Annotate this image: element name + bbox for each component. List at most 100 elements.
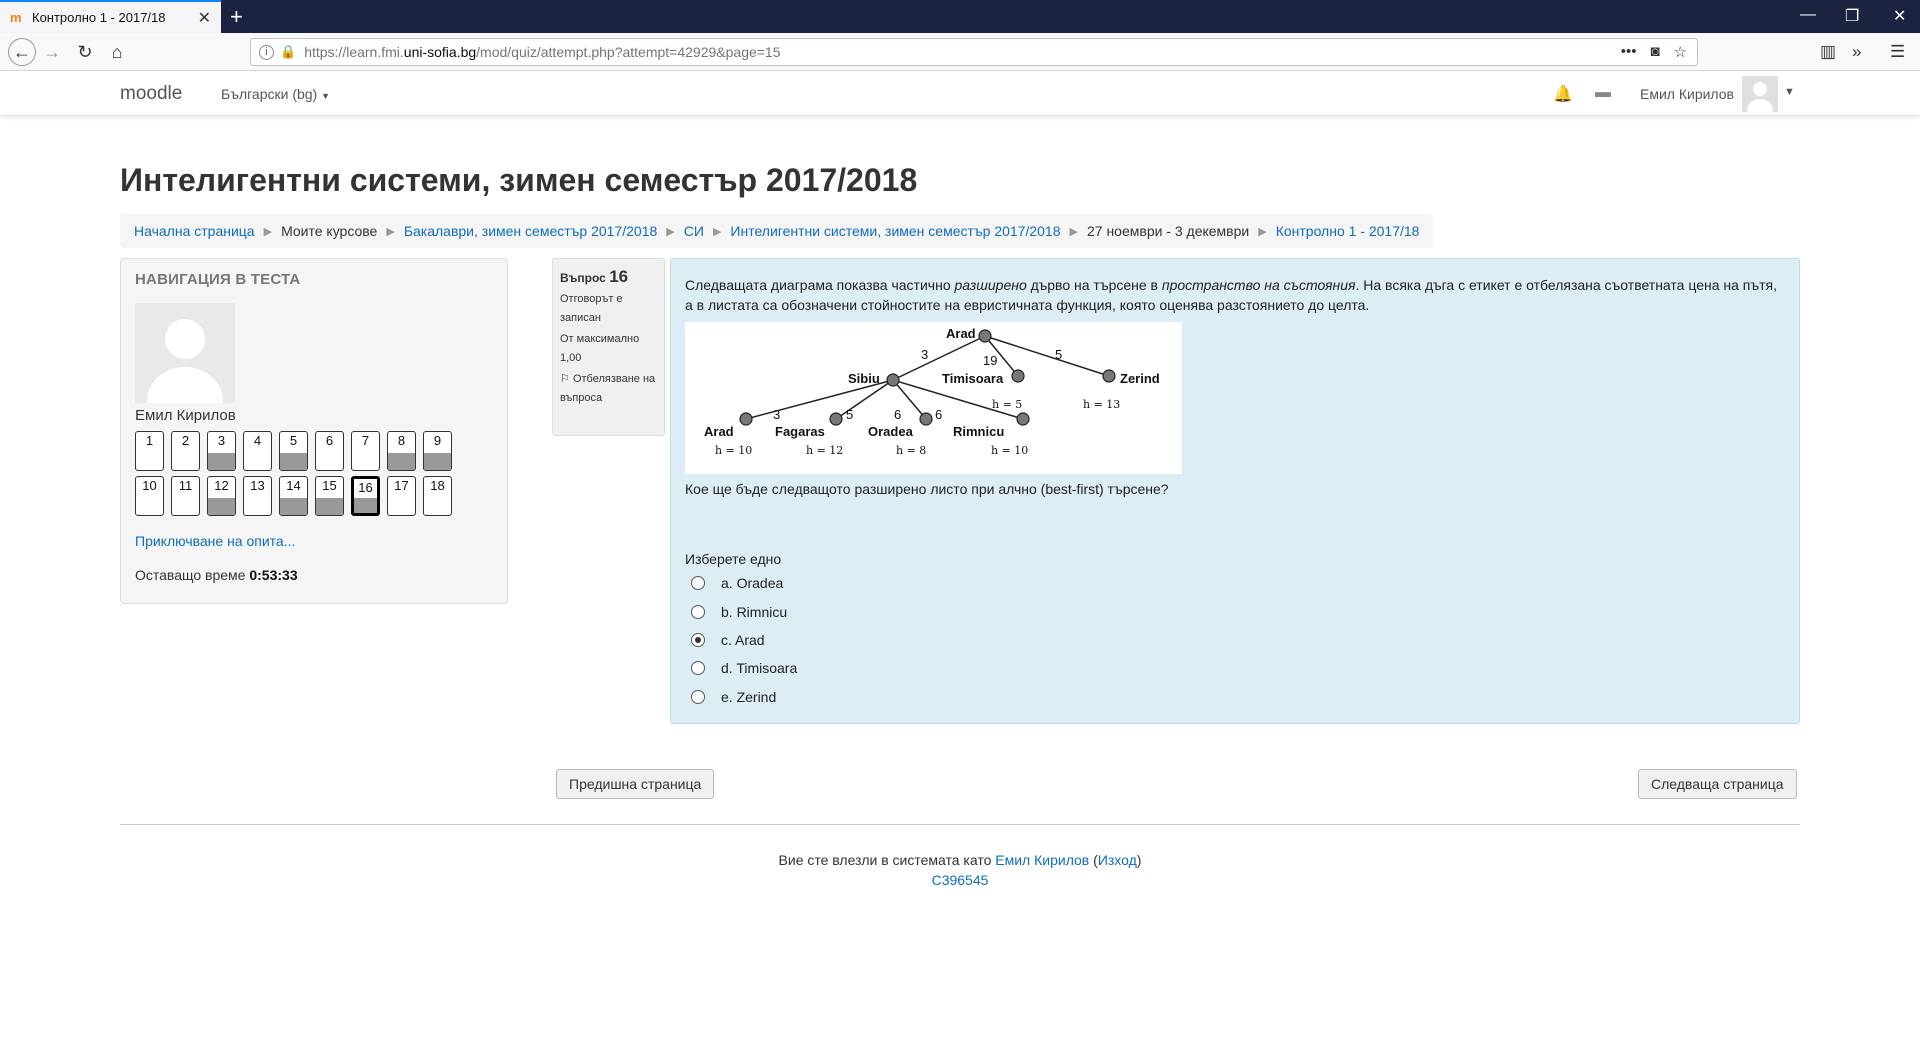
question-nav-button[interactable]: 12 [207, 476, 236, 516]
node-zerind: Zerind [1120, 371, 1160, 386]
question-nav-button[interactable]: 3 [207, 431, 236, 471]
node-oradea: Oradea [868, 424, 914, 439]
question-nav-button[interactable]: 9 [423, 431, 452, 471]
breadcrumb-home[interactable]: Начална страница [134, 223, 255, 239]
question-nav-button[interactable]: 13 [243, 476, 272, 516]
avatar[interactable] [1742, 76, 1778, 112]
finish-attempt-link[interactable]: Приключване на опита... [135, 533, 295, 549]
page-title: Интелигентни системи, зимен семестър 201… [120, 162, 918, 198]
question-nav-button[interactable]: 15 [315, 476, 344, 516]
search-tree-diagram: Arad Sibiu Timisoara Zerind Arad Fagaras… [685, 322, 1182, 474]
breadcrumb-course[interactable]: Интелигентни системи, зимен семестър 201… [730, 223, 1060, 239]
sidebar-toggle-icon[interactable]: ▥ [1820, 42, 1836, 62]
breadcrumb: Начална страница ▶ Моите курсове ▶ Бакал… [120, 214, 1434, 248]
edge-label: 3 [773, 407, 780, 422]
restore-icon[interactable]: ❐ [1845, 6, 1859, 26]
flag-icon: ⚐ [560, 373, 570, 385]
question-nav-button[interactable]: 1 [135, 431, 164, 471]
bookmark-star-icon[interactable]: ☆ [1674, 43, 1687, 61]
question-info: Въпрос 16 Отговорът е записан От максима… [552, 258, 665, 436]
breadcrumb-separator-icon: ▶ [712, 225, 722, 238]
home-icon[interactable]: ⌂ [105, 40, 129, 64]
radio-button[interactable] [691, 690, 705, 704]
footer-user-link[interactable]: Емил Кирилов [995, 852, 1089, 868]
previous-page-button[interactable]: Предишна страница [556, 769, 715, 799]
forward-icon[interactable]: → [40, 40, 64, 64]
question-state: Отговорът е записан [560, 293, 623, 324]
breadcrumb-separator-icon: ▶ [263, 225, 273, 238]
quiz-navigation-heading: Навигация в теста [135, 271, 301, 288]
info-icon[interactable]: i [259, 44, 274, 60]
edge-label: 19 [983, 353, 997, 368]
back-icon[interactable]: ← [8, 38, 36, 66]
breadcrumb-quiz[interactable]: Контролно 1 - 2017/18 [1276, 223, 1420, 239]
answer-option[interactable]: a. Oradea [691, 575, 783, 591]
breadcrumb-section: 27 ноември - 3 декември [1086, 223, 1250, 239]
browser-tab[interactable]: m Контролно 1 - 2017/18 ✕ [0, 0, 221, 33]
question-nav-button[interactable]: 5 [279, 431, 308, 471]
footer-code-link[interactable]: C396545 [932, 872, 989, 888]
time-left-label: Оставащо време [135, 567, 246, 583]
reload-icon[interactable]: ↻ [73, 40, 97, 64]
tab-title: Контролно 1 - 2017/18 [32, 10, 166, 25]
breadcrumb-category[interactable]: Бакалаври, зимен семестър 2017/2018 [404, 223, 657, 239]
question-nav-button[interactable]: 18 [423, 476, 452, 516]
node-timisoara: Timisoara [942, 371, 1004, 386]
lock-icon: 🔒 [280, 44, 297, 59]
question-nav-button-current[interactable]: 16 [351, 476, 380, 516]
new-tab-icon[interactable]: + [230, 4, 243, 30]
page-actions-icon[interactable]: ••• [1621, 43, 1637, 61]
node-arad-root: Arad [946, 326, 976, 341]
footer-divider [120, 824, 1800, 825]
question-nav-button[interactable]: 11 [171, 476, 200, 516]
answer-option-selected[interactable]: c. Arad [691, 632, 765, 648]
question-mark: От максимално 1,00 [560, 333, 640, 364]
question-nav-button[interactable]: 8 [387, 431, 416, 471]
question-nav-button[interactable]: 7 [351, 431, 380, 471]
edge-label: 6 [935, 407, 942, 422]
logout-link[interactable]: Изход [1098, 852, 1137, 868]
radio-button[interactable] [691, 576, 705, 590]
node-fagaras: Fagaras [775, 424, 825, 439]
question-nav-button[interactable]: 2 [171, 431, 200, 471]
question-content: Следващата диаграма показва частично раз… [670, 258, 1800, 724]
question-nav-button[interactable]: 4 [243, 431, 272, 471]
time-left: Оставащо време 0:53:33 [135, 567, 298, 583]
question-number: Въпрос 16 [560, 267, 629, 286]
close-tab-icon[interactable]: ✕ [198, 8, 211, 28]
radio-button[interactable] [691, 605, 705, 619]
radio-button[interactable] [691, 661, 705, 675]
hamburger-menu-icon[interactable]: ☰ [1890, 42, 1905, 62]
answer-option[interactable]: e. Zerind [691, 689, 776, 705]
language-label: Български (bg) [221, 86, 318, 102]
question-nav-button[interactable]: 10 [135, 476, 164, 516]
user-menu-chevron-icon[interactable]: ▼ [1784, 86, 1795, 98]
close-window-icon[interactable]: ✕ [1893, 6, 1906, 26]
question-nav-button[interactable]: 6 [315, 431, 344, 471]
h-label: h = 12 [806, 444, 843, 457]
edge-label: 5 [1055, 347, 1062, 362]
answer-option[interactable]: d. Timisoara [691, 660, 797, 676]
edge-label: 6 [894, 407, 901, 422]
messages-icon[interactable]: ▬ [1595, 84, 1611, 102]
breadcrumb-course-short[interactable]: СИ [684, 223, 704, 239]
radio-button-checked[interactable] [691, 633, 705, 647]
notification-bell-icon[interactable]: 🔔 [1553, 84, 1573, 104]
flag-question[interactable]: ⚐ Отбелязване на въпроса [560, 370, 657, 408]
url-prefix: https://learn.fmi. [304, 44, 404, 60]
site-brand[interactable]: moodle [120, 83, 182, 105]
language-menu[interactable]: Български (bg) ▼ [221, 86, 330, 102]
minimize-icon[interactable]: — [1800, 6, 1816, 24]
question-nav-button[interactable]: 14 [279, 476, 308, 516]
next-page-button[interactable]: Следваща страница [1638, 769, 1797, 799]
overflow-menu-icon[interactable]: » [1852, 42, 1861, 62]
user-menu-name[interactable]: Емил Кирилов [1640, 86, 1734, 102]
answer-option[interactable]: b. Rimnicu [691, 604, 787, 620]
pocket-icon[interactable]: ◙ [1650, 43, 1659, 61]
answer-prompt: Изберете едно [685, 551, 782, 567]
login-info: Вие сте влезли в системата като Емил Кир… [778, 852, 1142, 868]
url-bar[interactable]: i 🔒 https://learn.fmi. uni-sofia.bg/mod/q… [250, 38, 1698, 66]
question-text: Следващата диаграма показва частично раз… [685, 277, 1778, 313]
question-nav-button[interactable]: 17 [387, 476, 416, 516]
browser-tabbar: m Контролно 1 - 2017/18 ✕ + — ❐ ✕ [0, 0, 1920, 33]
